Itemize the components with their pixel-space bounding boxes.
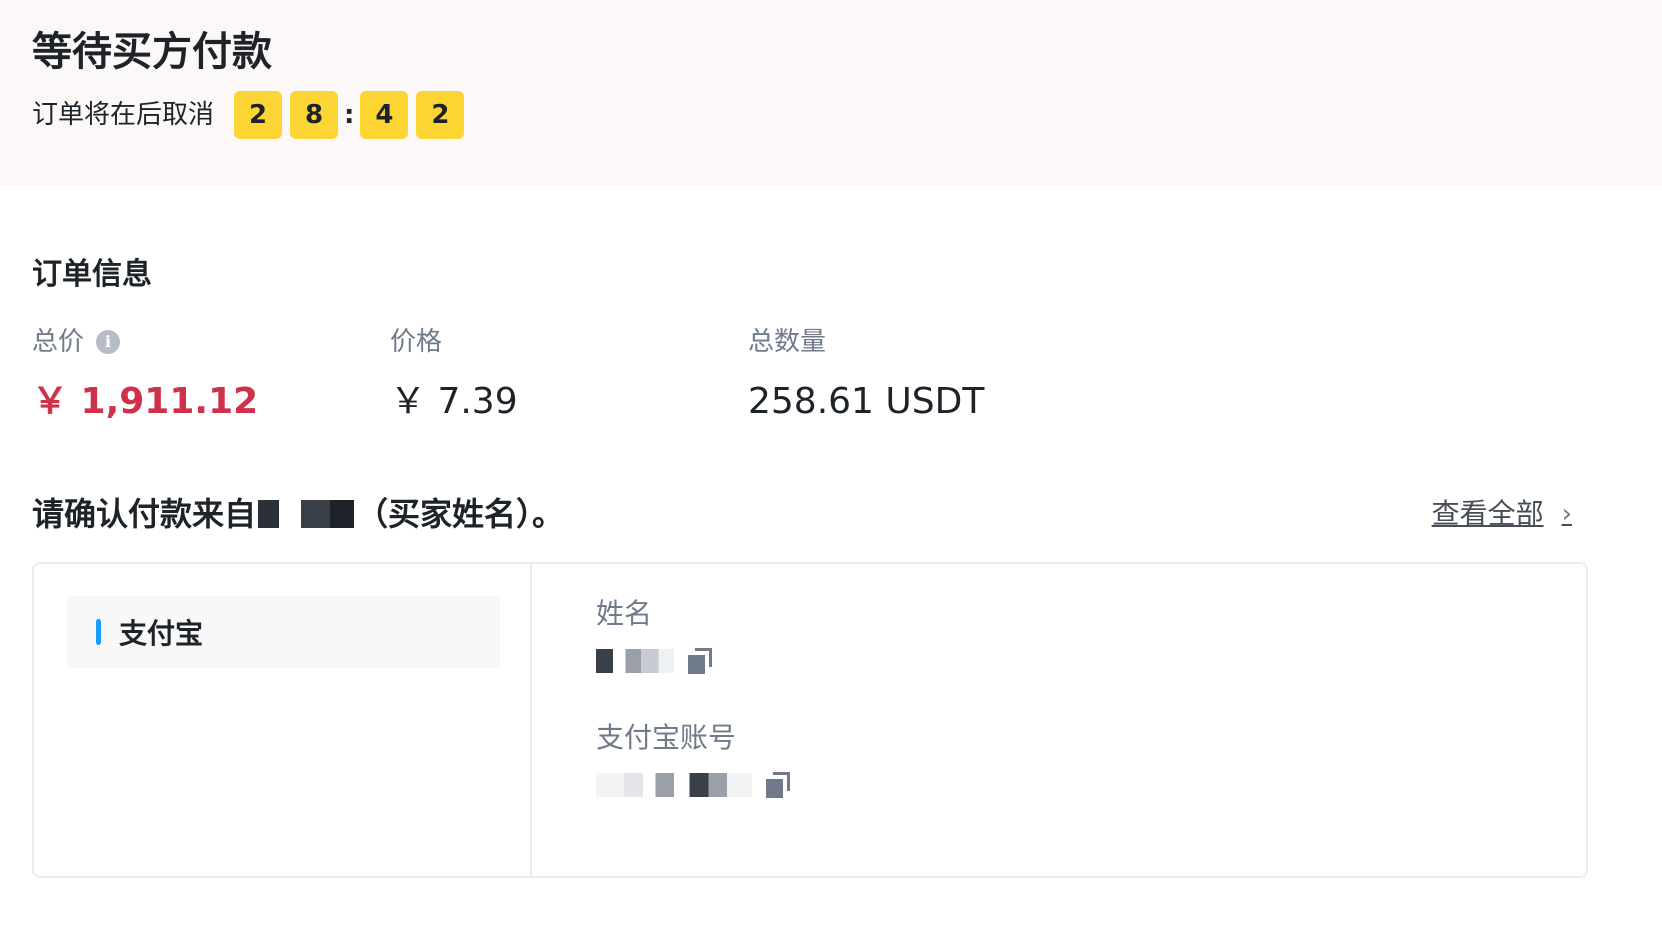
countdown-row: 订单将在后取消 2 8 : 4 2 [32,91,472,139]
total-price-block: 总价 i ￥ 1,911.12 [32,322,258,424]
redacted-account-number [596,773,752,797]
payment-method-alipay[interactable]: 支付宝 [66,596,500,668]
redacted-payee-name [596,649,674,673]
confirm-payment-row: 请确认付款来自 （买家姓名）。 查看全部 › [32,492,1580,536]
payee-name-field: 姓名 [596,594,712,678]
view-all-label: 查看全部 [1431,497,1544,530]
method-indicator [96,619,101,645]
info-icon[interactable]: i [96,330,121,354]
quantity-block: 总数量 258.61 USDT [748,322,984,424]
status-header: 等待买方付款 订单将在后取消 2 8 : 4 2 [0,0,1662,186]
countdown-digit: 2 [416,91,465,139]
order-info-title: 订单信息 [32,257,152,292]
quantity-value: 258.61 USDT [748,381,985,422]
unit-price-block: 价格 ￥ 7.39 [390,322,518,424]
alipay-account-label: 支付宝账号 [596,721,737,754]
total-price-value: ￥ 1,911.12 [32,381,259,422]
redacted-buyer-name [258,500,355,528]
payee-name-label: 姓名 [596,597,653,630]
view-all-link[interactable]: 查看全部 › [1432,492,1572,536]
alipay-account-field: 支付宝账号 [596,718,790,802]
countdown-digit: 8 [290,91,339,139]
chevron-right-icon: › [1561,499,1572,529]
countdown-digit: 2 [234,91,283,139]
countdown-separator: : [344,100,355,130]
payment-method-label: 支付宝 [119,617,204,650]
copy-icon[interactable] [688,648,712,674]
confirm-prefix: 请确认付款来自 [32,495,257,533]
total-price-label: 总价 [32,327,85,357]
copy-icon[interactable] [766,772,790,798]
quantity-label: 总数量 [748,327,827,357]
payment-method-card: 支付宝 姓名 支付宝账号 [32,562,1588,878]
unit-price-label: 价格 [390,327,443,357]
unit-price-value: ￥ 7.39 [390,381,518,422]
countdown-digit: 4 [360,91,409,139]
countdown-label: 订单将在后取消 [32,100,215,130]
confirm-suffix: （买家姓名）。 [356,495,565,533]
page-title: 等待买方付款 [32,29,272,75]
payment-method-list: 支付宝 [34,564,532,876]
confirm-payment-text: 请确认付款来自 （买家姓名）。 [32,492,564,536]
